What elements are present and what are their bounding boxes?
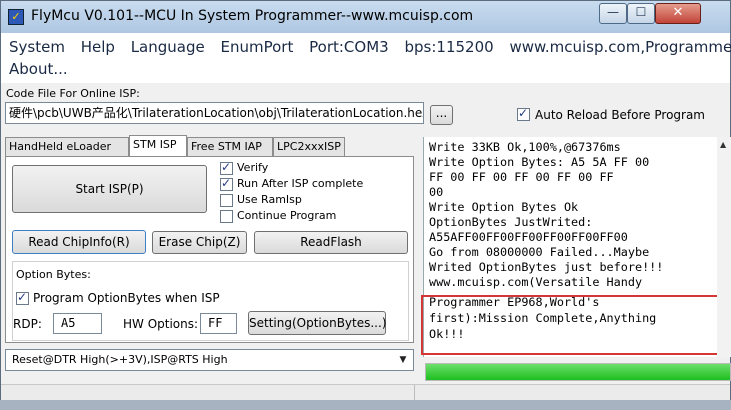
run-after-isp-label: Run After ISP complete (237, 177, 364, 190)
log-line: Writed OptionBytes just before!!! (429, 260, 664, 274)
menu-row-1: System Help Language EnumPort Port:COM3 … (9, 38, 731, 56)
log-line: 00 (429, 185, 444, 199)
log-line: Write 33KB Ok,100%,@67376ms (429, 140, 621, 154)
chevron-down-icon[interactable]: ▼ (394, 351, 412, 369)
verify-checkbox[interactable] (220, 160, 233, 175)
read-chipinfo-button[interactable]: Read ChipInfo(R) (12, 230, 146, 254)
log-line: A55AFF00FF00FF00FF00FF00FF00 (429, 230, 628, 244)
minimize-button[interactable]: — (599, 3, 627, 24)
menu-help[interactable]: Help (81, 38, 115, 56)
menu-bar: System Help Language EnumPort Port:COM3 … (1, 33, 731, 83)
reset-mode-value: Reset@DTR High(>+3V),ISP@RTS High (12, 353, 228, 366)
log-line: Write Option Bytes Ok (429, 200, 579, 214)
window-title: FlyMcu V0.101--MCU In System Programmer-… (31, 8, 474, 24)
read-flash-button[interactable]: ReadFlash (254, 231, 408, 254)
app-window: ✓ FlyMcu V0.101--MCU In System Programme… (0, 0, 731, 410)
menu-system[interactable]: System (9, 38, 65, 56)
menu-language[interactable]: Language (131, 38, 205, 56)
continue-program-checkbox[interactable] (220, 210, 233, 223)
menu-about[interactable]: About... (9, 60, 68, 78)
menu-row-2: About... (9, 60, 79, 78)
maximize-button[interactable]: ☐ (627, 3, 655, 24)
program-optionbytes-checkbox[interactable] (16, 290, 29, 305)
scroll-up-icon[interactable]: ▲ (720, 140, 726, 149)
run-after-isp-checkbox[interactable] (220, 176, 233, 191)
menu-enumport[interactable]: EnumPort (221, 38, 294, 56)
close-button[interactable]: ✕ (655, 3, 701, 24)
continue-program-label: Continue Program (237, 209, 337, 222)
code-file-label: Code File For Online ISP: (6, 87, 140, 100)
tab-handheld-eloader[interactable]: HandHeld eLoader (5, 137, 129, 156)
tab-free-stm-iap[interactable]: Free STM IAP (187, 137, 273, 156)
menu-bps[interactable]: bps:115200 (404, 38, 493, 56)
use-ramisp-label: Use RamIsp (237, 193, 302, 206)
menu-port[interactable]: Port:COM3 (309, 38, 389, 56)
erase-chip-button[interactable]: Erase Chip(Z) (152, 231, 247, 254)
log-scrollbar[interactable]: ▲ (717, 137, 731, 357)
rdp-label: RDP: (13, 317, 42, 331)
verify-label: Verify (237, 161, 269, 174)
rdp-field[interactable]: A5 (53, 313, 102, 334)
log-line: www.mcuisp.com(Versatile Handy (429, 275, 643, 289)
background-strip (0, 400, 731, 410)
progress-fill (426, 364, 730, 380)
menu-website[interactable]: www.mcuisp.com,Programmer (509, 38, 731, 56)
setting-optionbytes-button[interactable]: Setting(OptionBytes...) (248, 311, 387, 335)
start-isp-button[interactable]: Start ISP(P) (12, 165, 207, 213)
title-bar[interactable]: ✓ FlyMcu V0.101--MCU In System Programme… (1, 1, 730, 33)
browse-button[interactable]: ... (430, 105, 453, 125)
auto-reload-checkbox[interactable] (517, 106, 530, 121)
tab-lpc2xxxisp[interactable]: LPC2xxxISP (273, 137, 345, 156)
tab-stm-isp[interactable]: STM ISP (129, 135, 187, 156)
app-icon: ✓ (8, 9, 24, 25)
use-ramisp-checkbox[interactable] (220, 194, 233, 207)
minimize-icon: — (607, 5, 619, 19)
code-file-path-field[interactable]: 硬件\pcb\UWB产品化\TrilaterationLocation\obj\… (5, 102, 424, 124)
auto-reload-label: Auto Reload Before Program (535, 108, 705, 122)
option-bytes-label: Option Bytes: (16, 268, 91, 281)
highlight-box (421, 295, 721, 355)
program-optionbytes-label: Program OptionBytes when ISP (33, 291, 220, 305)
progress-bar (425, 363, 731, 381)
maximize-icon: ☐ (635, 5, 647, 19)
log-line: Write Option Bytes: A5 5A FF 00 (429, 155, 650, 169)
log-line: OptionBytes JustWrited: (429, 215, 593, 229)
close-icon: ✕ (672, 5, 684, 20)
log-line: Go from 08000000 Failed...Maybe (429, 245, 650, 259)
log-line: FF 00 FF 00 FF 00 FF 00 FF (429, 170, 614, 184)
reset-mode-select[interactable]: Reset@DTR High(>+3V),ISP@RTS High ▼ (5, 349, 414, 371)
hw-options-label: HW Options: (123, 317, 199, 331)
hw-options-field[interactable]: FF (200, 313, 237, 334)
